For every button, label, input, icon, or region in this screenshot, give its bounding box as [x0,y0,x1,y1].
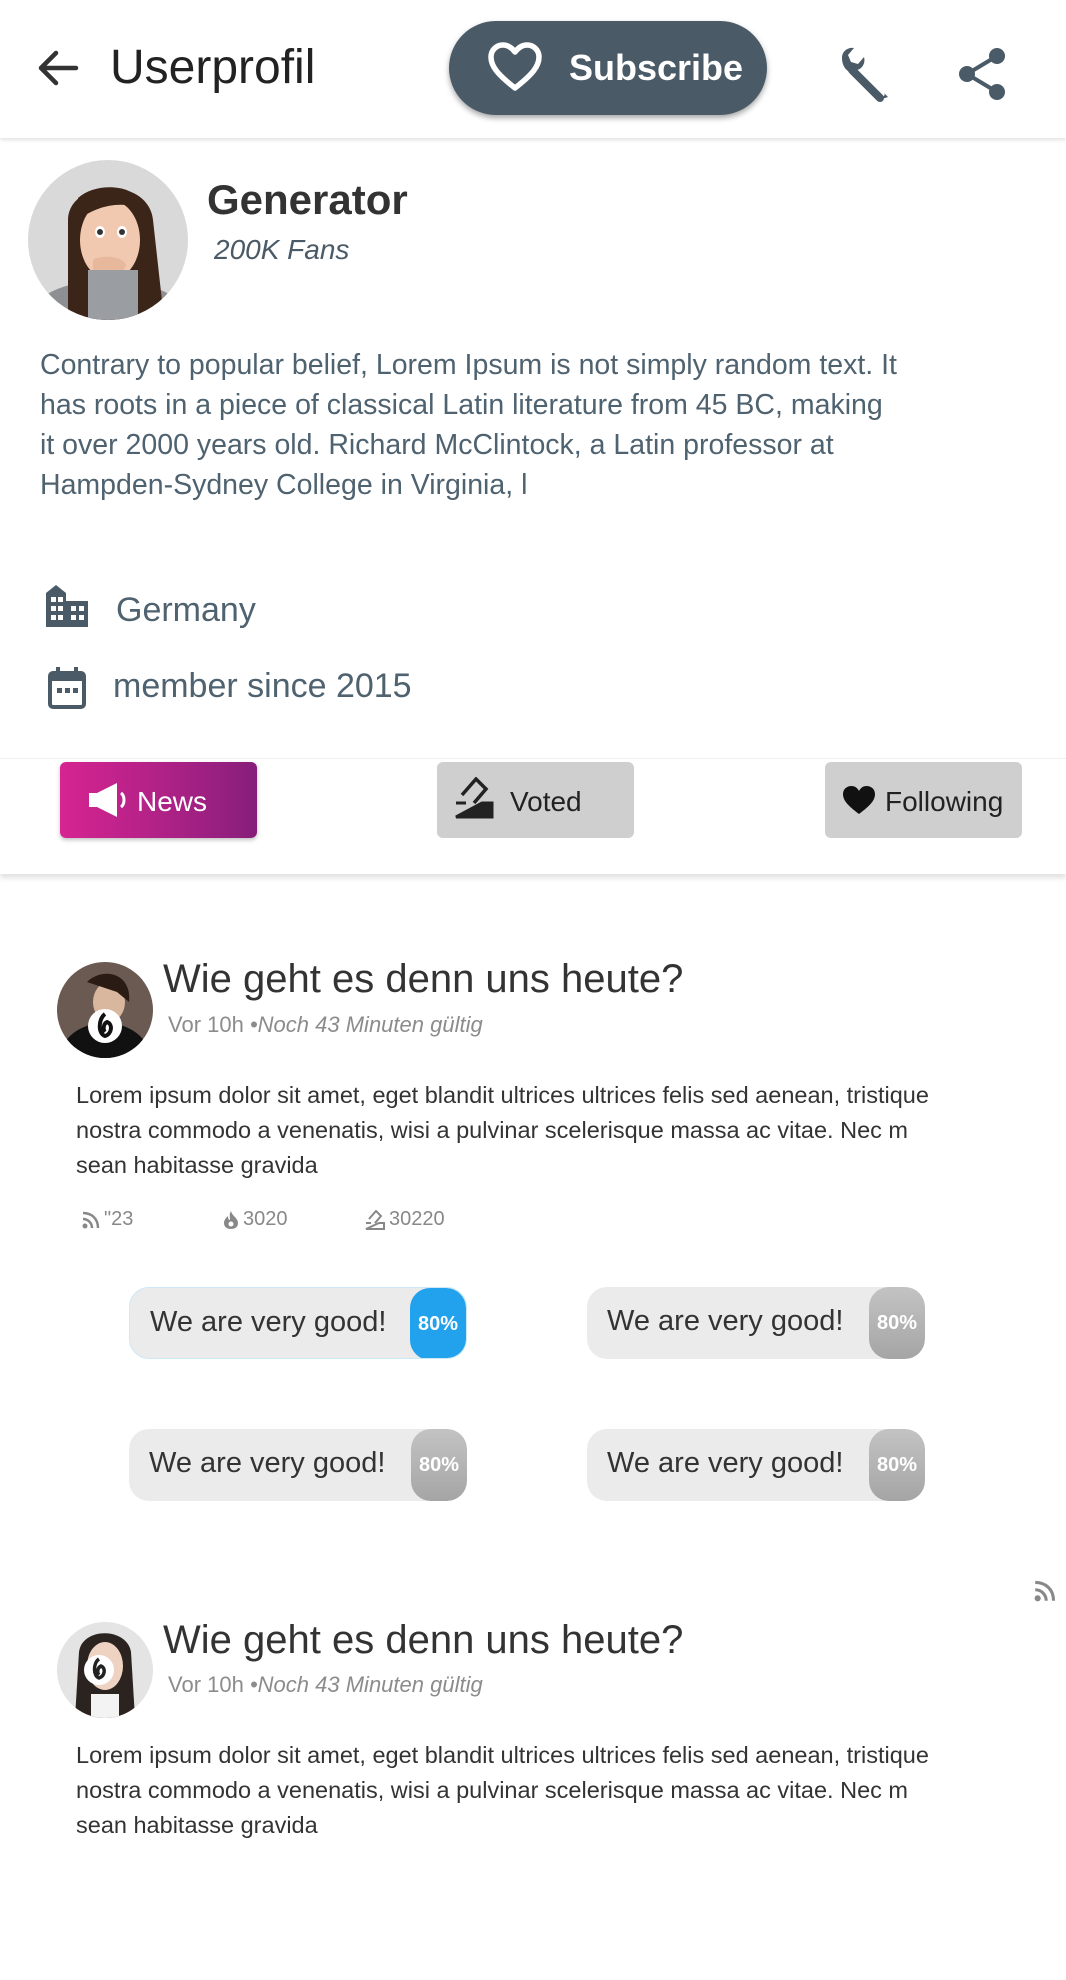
post-time: Vor 10h [168,1672,244,1697]
poll-option[interactable]: We are very good! 80% [129,1429,467,1501]
tab-voted[interactable]: Voted [437,762,634,838]
heart-outline-icon [488,42,542,91]
profile-location: Germany [116,591,256,629]
profile-avatar[interactable] [28,160,188,320]
post-avatar[interactable] [57,962,153,1058]
stat-votes-value: 30220 [389,1208,445,1230]
rss-icon[interactable] [1034,1580,1056,1602]
tab-following[interactable]: Following [825,762,1022,838]
subscribe-button[interactable]: Subscribe [449,21,767,115]
poll-option[interactable]: We are very good! 80% [587,1429,925,1501]
poll-option-label: We are very good! [150,1306,387,1338]
post-validity: •Noch 43 Minuten gültig [249,1672,483,1697]
tab-news[interactable]: News [60,762,257,838]
profile-member-since: member since 2015 [113,667,412,705]
post-meta: Vor 10h •Noch 43 Minuten gültig [168,1672,483,1698]
stat-votes: 30220 [365,1208,445,1231]
poll-option-label: We are very good! [607,1305,844,1337]
profile-bio: Contrary to popular belief, Lorem Ipsum … [40,349,897,501]
rss-icon [82,1211,100,1228]
profile-name: Generator [207,176,408,223]
tab-following-label: Following [885,786,1004,817]
ballot-box-icon [455,777,494,819]
post-validity: •Noch 43 Minuten gültig [249,1012,483,1037]
poll-option[interactable]: We are very good! 80% [587,1287,925,1359]
share-icon[interactable] [955,46,1011,102]
post-avatar[interactable] [57,1622,153,1718]
subscribe-label: Subscribe [569,47,744,88]
poll-option-percent: 80% [869,1429,925,1501]
city-icon [46,585,88,627]
tab-voted-label: Voted [510,786,582,817]
app-bar: Userprofil Subscribe [0,0,1066,138]
post-time: Vor 10h [168,1012,244,1037]
poll-option-percent: 80% [411,1429,467,1501]
stat-hot-value: 3020 [243,1208,288,1230]
profile-fans: 200K Fans [214,234,350,265]
stat-feed-value: "23 [104,1208,134,1230]
post-meta: Vor 10h •Noch 43 Minuten gültig [168,1012,483,1038]
poll-option-percent: 80% [410,1288,466,1358]
post-body: Lorem ipsum dolor sit amet, eget blandit… [76,1082,929,1178]
poll-option-label: We are very good! [607,1447,844,1479]
tab-news-label: News [137,786,208,817]
poll-option-label: We are very good! [149,1447,386,1479]
flame-icon [224,1210,238,1229]
poll-option-percent: 80% [869,1287,925,1359]
post-title[interactable]: Wie geht es denn uns heute? [163,957,683,1002]
ballot-box-icon [365,1209,385,1230]
calendar-icon [48,667,86,709]
stat-feed: "23 [82,1208,133,1231]
arrow-back-icon[interactable] [30,40,86,96]
poll-option[interactable]: We are very good! 80% [129,1287,467,1359]
post-title[interactable]: Wie geht es denn uns heute? [163,1618,683,1663]
megaphone-icon [89,783,126,817]
wrench-icon[interactable] [834,44,892,102]
stat-hot: 3020 [223,1208,288,1231]
post-body: Lorem ipsum dolor sit amet, eget blandit… [76,1742,929,1838]
heart-icon [843,786,875,814]
page-title: Userprofil [110,41,316,94]
